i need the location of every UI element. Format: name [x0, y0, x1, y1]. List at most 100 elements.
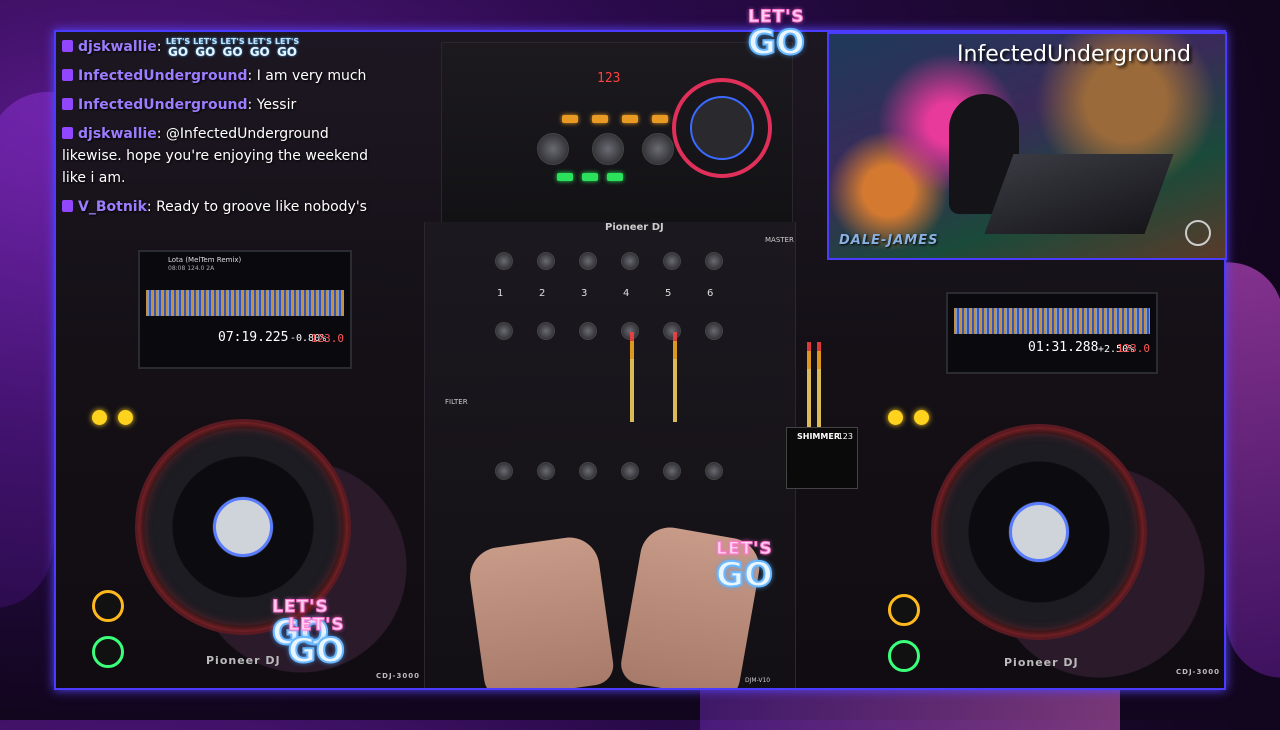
webcam-title: InfectedUnderground [957, 42, 1191, 67]
right-play-button[interactable] [888, 640, 920, 672]
channel-number: 3 [581, 288, 588, 299]
left-time-readout: 07:19.225 [218, 330, 289, 345]
logo-icon [1185, 220, 1211, 246]
chat-username: djskwallie [78, 126, 157, 142]
channel-number: 1 [497, 288, 504, 299]
master-label: MASTER [765, 236, 794, 244]
channel-filter-knob[interactable] [537, 462, 555, 480]
channel-number: 4 [623, 288, 630, 299]
twitch-icon [62, 40, 73, 52]
effector-button[interactable] [582, 173, 598, 181]
twitch-icon [62, 200, 73, 212]
channel-trim-knob[interactable] [495, 252, 513, 270]
left-cue-button[interactable] [92, 590, 124, 622]
effector-unit: 123 [441, 42, 793, 224]
left-deck-screen: Lota (MelTem Remix) 08:08 124.0 2A 07:19… [138, 250, 352, 369]
effector-button[interactable] [562, 115, 578, 123]
right-jog-wheel[interactable] [934, 427, 1144, 637]
twitch-icon [62, 98, 73, 110]
master-level-meter [817, 342, 821, 432]
channel-number: 6 [707, 288, 714, 299]
right-cue-button[interactable] [888, 594, 920, 626]
left-hot-cue-button[interactable] [92, 410, 107, 425]
chat-message: djskwallie: LET'S GO LET'S GO LET'S GO LET'S GO… [62, 36, 392, 58]
lets-go-emote: LET'S GO [165, 36, 191, 59]
lets-go-emote: LET'S GO [220, 36, 245, 59]
channel-filter-knob[interactable] [495, 462, 513, 480]
channel-trim-knob[interactable] [579, 252, 597, 270]
channel-filter-knob[interactable] [621, 462, 639, 480]
chat-text: I am very much [256, 68, 367, 84]
right-hot-cue-button[interactable] [914, 410, 929, 425]
channel-number: 5 [665, 288, 672, 299]
channel-level-meter [630, 332, 634, 422]
lets-go-emote: LET'S GO [274, 36, 300, 59]
left-waveform [146, 290, 344, 316]
channel-filter-knob[interactable] [579, 462, 597, 480]
effector-button[interactable] [592, 115, 608, 123]
effector-button[interactable] [622, 115, 638, 123]
left-play-button[interactable] [92, 636, 124, 668]
channel-trim-knob[interactable] [705, 252, 723, 270]
right-waveform [954, 308, 1150, 334]
lets-go-overlay: LET'S GO [715, 539, 774, 595]
right-jog-display [1009, 502, 1069, 562]
chat-message: djskwallie: @InfectedUnderground likewis… [62, 126, 369, 186]
beat-fx-name: SHIMMER [797, 432, 840, 441]
webcam-deck [984, 154, 1174, 234]
right-deck-brand: Pioneer DJ [1004, 656, 1079, 669]
effector-dial[interactable] [690, 96, 754, 160]
lets-go-overlay: LET'S GO [747, 7, 806, 63]
channel-trim-knob[interactable] [621, 252, 639, 270]
channel-trim-knob[interactable] [537, 252, 555, 270]
channel-eq-knob[interactable] [705, 322, 723, 340]
right-deck-screen: 01:31.288 +2.50% 123.0 [946, 292, 1158, 374]
lets-go-emote: LET'S GO [193, 36, 218, 59]
chat-overlay: djskwallie: LET'S GO LET'S GO LET'S GO LET'S GO… [62, 36, 392, 225]
filter-label: FILTER [445, 398, 468, 406]
chat-message: InfectedUnderground: I am very much [62, 65, 392, 87]
effector-knob[interactable] [642, 133, 674, 165]
chat-username: V_Botnik [78, 199, 147, 215]
twitch-icon [62, 127, 73, 139]
right-hot-cue-button[interactable] [888, 410, 903, 425]
beat-fx-screen: SHIMMER 123 [786, 427, 858, 489]
chat-message: V_Botnik: Ready to groove like nobody's [62, 196, 392, 218]
effector-button[interactable] [607, 173, 623, 181]
channel-eq-knob[interactable] [495, 322, 513, 340]
left-track-title: Lota (MelTem Remix) [168, 256, 242, 264]
left-jog-display [213, 497, 273, 557]
background-decoration [700, 690, 1120, 730]
master-level-meter [807, 342, 811, 432]
webcam-view: InfectedUnderground DALE-JAMES [827, 32, 1227, 260]
chat-text: Yessir [256, 97, 297, 113]
beat-fx-bpm: 123 [837, 432, 853, 441]
lets-go-emote: LET'S GO [247, 36, 272, 59]
left-track-meta: 08:08 124.0 2A [168, 265, 215, 272]
left-hand [466, 533, 616, 688]
effector-button[interactable] [652, 115, 668, 123]
left-hot-cue-button[interactable] [118, 410, 133, 425]
channel-eq-knob[interactable] [537, 322, 555, 340]
right-deck-model: CDJ-3000 [1176, 668, 1220, 676]
left-deck-model: CDJ-3000 [376, 672, 420, 680]
channel-eq-knob[interactable] [579, 322, 597, 340]
effector-button[interactable] [557, 173, 573, 181]
chat-username: InfectedUnderground [78, 97, 248, 113]
right-time-readout: 01:31.288 [1028, 340, 1099, 355]
effector-knob[interactable] [537, 133, 569, 165]
twitch-icon [62, 69, 73, 81]
chat-username: InfectedUnderground [78, 68, 248, 84]
effector-knob[interactable] [592, 133, 624, 165]
channel-filter-knob[interactable] [663, 462, 681, 480]
effector-bpm-display: 123 [597, 71, 621, 86]
lets-go-overlay: LET'S GO [287, 615, 346, 671]
channel-eq-knob[interactable] [663, 322, 681, 340]
left-bpm-readout: 123.0 [310, 332, 344, 345]
chat-username: djskwallie [78, 39, 157, 55]
channel-level-meter [673, 332, 677, 422]
mixer-brand: Pioneer DJ [605, 222, 664, 233]
channel-filter-knob[interactable] [705, 462, 723, 480]
channel-trim-knob[interactable] [663, 252, 681, 270]
mixer-model: DJM-V10 [745, 677, 771, 684]
